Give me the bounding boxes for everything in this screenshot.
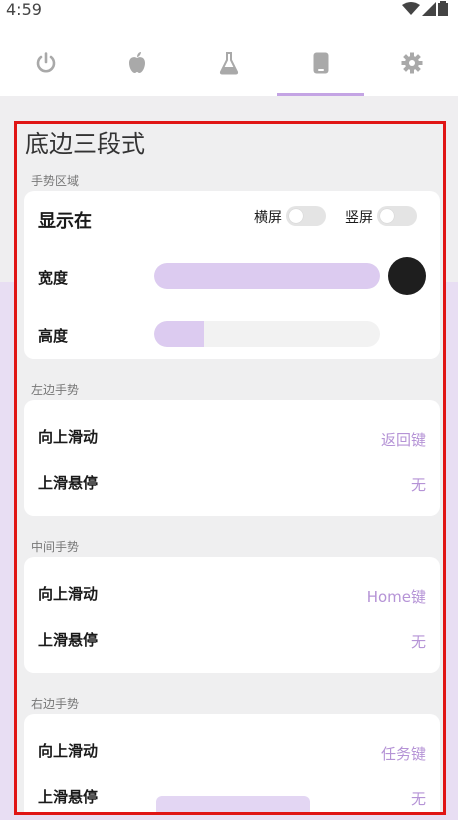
toggle-knob <box>289 209 303 223</box>
settings-panel: 底边三段式 手势区域 显示在 横屏 竖屏 宽度 高度 左边手势 向上滑动 返回键… <box>15 122 445 814</box>
right-hover-label[interactable]: 上滑悬停 <box>38 786 98 807</box>
left-gesture-card: 向上滑动 返回键 上滑悬停 无 <box>24 400 440 516</box>
height-label: 高度 <box>38 327 69 345</box>
right-swipe-up-label[interactable]: 向上滑动 <box>38 740 98 761</box>
middle-swipe-up-value[interactable]: Home键 <box>367 586 426 607</box>
width-label: 宽度 <box>38 269 69 287</box>
portrait-toggle[interactable] <box>377 206 417 226</box>
status-icons <box>402 1 448 16</box>
phone-icon <box>313 52 329 74</box>
section-label-middle-gesture: 中间手势 <box>31 540 80 554</box>
landscape-label: 横屏 <box>254 210 282 226</box>
width-slider[interactable] <box>154 263 380 289</box>
tab-apple[interactable] <box>92 30 184 96</box>
section-label-right-gesture: 右边手势 <box>31 697 80 711</box>
portrait-label: 竖屏 <box>345 210 373 226</box>
apple-icon <box>129 52 146 73</box>
left-swipe-up-label[interactable]: 向上滑动 <box>38 426 98 447</box>
right-hover-value[interactable]: 无 <box>411 788 426 809</box>
section-label-gesture-area: 手势区域 <box>31 174 80 188</box>
middle-hover-value[interactable]: 无 <box>411 631 426 652</box>
middle-swipe-up-label[interactable]: 向上滑动 <box>38 583 98 604</box>
tab-bar <box>0 30 458 96</box>
color-picker-dot[interactable] <box>388 257 426 295</box>
tab-power[interactable] <box>0 30 92 96</box>
flask-icon <box>219 52 239 75</box>
left-swipe-up-value[interactable]: 返回键 <box>381 429 426 450</box>
height-slider[interactable] <box>154 321 380 347</box>
right-swipe-up-value[interactable]: 任务键 <box>381 743 426 764</box>
power-icon <box>36 52 56 73</box>
tab-lab[interactable] <box>183 30 275 96</box>
page-title: 底边三段式 <box>25 130 145 158</box>
landscape-toggle[interactable] <box>286 206 326 226</box>
gear-icon <box>401 52 423 74</box>
middle-hover-label[interactable]: 上滑悬停 <box>38 629 98 650</box>
gesture-bar-preview <box>156 796 310 814</box>
wifi-icon <box>402 1 420 15</box>
middle-gesture-card: 向上滑动 Home键 上滑悬停 无 <box>24 557 440 673</box>
section-label-left-gesture: 左边手势 <box>31 383 80 397</box>
tab-phone[interactable] <box>275 30 367 96</box>
signal-icon <box>422 1 436 16</box>
left-hover-label[interactable]: 上滑悬停 <box>38 472 98 493</box>
height-slider-fill <box>154 321 204 347</box>
battery-icon <box>438 1 448 16</box>
gesture-area-card: 显示在 横屏 竖屏 宽度 高度 <box>24 191 440 359</box>
left-hover-value[interactable]: 无 <box>411 474 426 495</box>
status-time: 4:59 <box>6 0 42 19</box>
toggle-knob <box>380 209 394 223</box>
tab-settings[interactable] <box>366 30 458 96</box>
show-on-label: 显示在 <box>38 211 92 232</box>
width-slider-fill <box>154 263 380 289</box>
status-bar: 4:59 <box>0 0 458 22</box>
